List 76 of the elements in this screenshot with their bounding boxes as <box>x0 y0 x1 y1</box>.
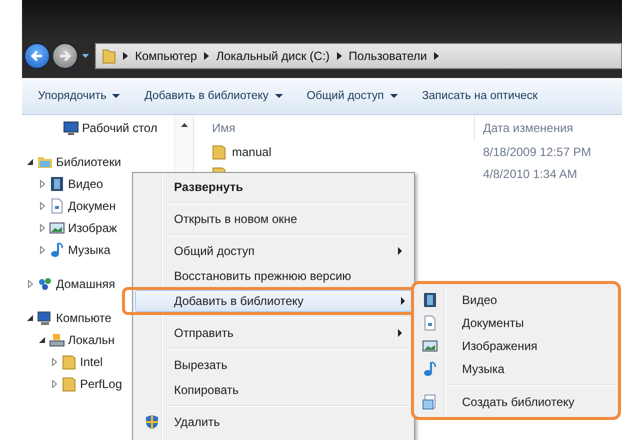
toolbar-button[interactable]: Записать на оптическ <box>416 86 544 106</box>
tree-item[interactable]: Компьюте <box>56 311 112 325</box>
folder-icon <box>61 376 77 392</box>
collapsed-arrow-icon[interactable] <box>52 380 56 388</box>
drive-icon <box>49 332 65 348</box>
menu-item[interactable]: Развернуть <box>135 176 409 198</box>
tree-item[interactable]: Intel <box>80 355 103 369</box>
menu-item[interactable]: Открыть в новом окне <box>135 208 409 230</box>
back-arrow-icon <box>30 49 44 63</box>
menu-item[interactable]: Создать библиотеку <box>416 390 616 413</box>
folder-icon <box>61 354 77 370</box>
collapsed-arrow-icon[interactable] <box>40 224 44 232</box>
toolbar-button[interactable]: Общий доступ <box>300 86 404 106</box>
collapsed-arrow-icon[interactable] <box>40 246 44 254</box>
tree-item[interactable]: Библиотеки <box>56 155 122 169</box>
chevron-icon[interactable] <box>204 52 210 60</box>
date-modified: 4/8/2010 1:34 AM <box>482 167 578 181</box>
breadcrumb-item[interactable]: Компьютер <box>135 49 198 63</box>
breadcrumb-item[interactable]: Пользователи <box>348 49 427 63</box>
chevron-icon[interactable] <box>434 52 439 60</box>
menu-item[interactable]: Видео <box>416 288 616 311</box>
music-icon <box>49 242 65 258</box>
chevron-icon[interactable] <box>336 52 342 60</box>
library-icon <box>37 154 53 170</box>
menu-item[interactable]: Удалить <box>135 411 409 433</box>
tree-item[interactable]: Видео <box>68 177 104 191</box>
expanded-arrow-icon[interactable] <box>27 315 33 321</box>
tree-item[interactable]: Изображ <box>68 221 117 235</box>
computer-icon <box>37 310 53 326</box>
column-header[interactable]: Имя <box>212 121 474 135</box>
folder-icon <box>212 144 226 160</box>
expanded-arrow-icon[interactable] <box>39 337 45 343</box>
collapsed-arrow-icon[interactable] <box>40 202 44 210</box>
breadcrumb-item[interactable]: Локальный диск (C:) <box>216 49 330 63</box>
homegroup-icon <box>37 276 53 292</box>
tree-item[interactable]: Музыка <box>68 243 110 257</box>
scroll-up-icon[interactable] <box>180 123 188 127</box>
shield-icon <box>145 414 159 430</box>
menu-item[interactable]: Добавить в библиотеку <box>135 290 412 312</box>
collapsed-arrow-icon[interactable] <box>40 180 44 188</box>
image-icon <box>422 338 438 354</box>
tree-item[interactable]: Рабочий стол <box>82 121 158 135</box>
forward-arrow-icon <box>58 49 72 63</box>
menu-item[interactable]: Общий доступ <box>135 240 409 262</box>
document-icon <box>422 314 438 330</box>
desktop-icon <box>63 120 79 136</box>
toolbar-button[interactable]: Упорядочить <box>32 86 126 106</box>
menu-item[interactable]: Музыка <box>416 357 616 380</box>
date-modified: 8/18/2009 12:57 PM <box>482 145 592 159</box>
tree-item[interactable]: PerfLog <box>80 377 122 391</box>
image-icon <box>49 220 65 236</box>
tree-item[interactable]: Домашняя <box>56 277 116 291</box>
column-header[interactable]: Дата изменения <box>474 115 574 141</box>
video-icon <box>422 292 438 308</box>
collapsed-arrow-icon[interactable] <box>52 358 56 366</box>
tree-item[interactable]: Локальн <box>68 333 115 347</box>
menu-item[interactable]: Документы <box>416 311 616 334</box>
toolbar-button[interactable]: Добавить в библиотеку <box>138 86 289 106</box>
expanded-arrow-icon[interactable] <box>27 159 33 165</box>
document-icon <box>49 198 65 214</box>
menu-item[interactable]: Изображения <box>416 334 616 357</box>
video-icon <box>49 176 65 192</box>
tree-item[interactable]: Докумен <box>68 199 116 213</box>
collapsed-arrow-icon[interactable] <box>28 280 32 288</box>
back-button[interactable] <box>24 43 50 69</box>
file-name[interactable]: manual <box>232 145 272 159</box>
forward-button[interactable] <box>52 43 78 69</box>
folder-icon <box>102 48 116 64</box>
music-icon <box>422 360 438 376</box>
menu-item[interactable]: Отправить <box>135 322 409 344</box>
menu-item[interactable]: Восстановить прежнюю версию <box>135 265 409 287</box>
menu-item[interactable]: Вырезать <box>135 354 409 376</box>
dropdown-caret-icon[interactable] <box>82 54 89 58</box>
menu-item[interactable]: Копировать <box>135 379 409 401</box>
chevron-icon[interactable] <box>123 52 128 60</box>
address-bar[interactable]: Компьютер Локальный диск (C:) Пользователи <box>95 43 622 69</box>
